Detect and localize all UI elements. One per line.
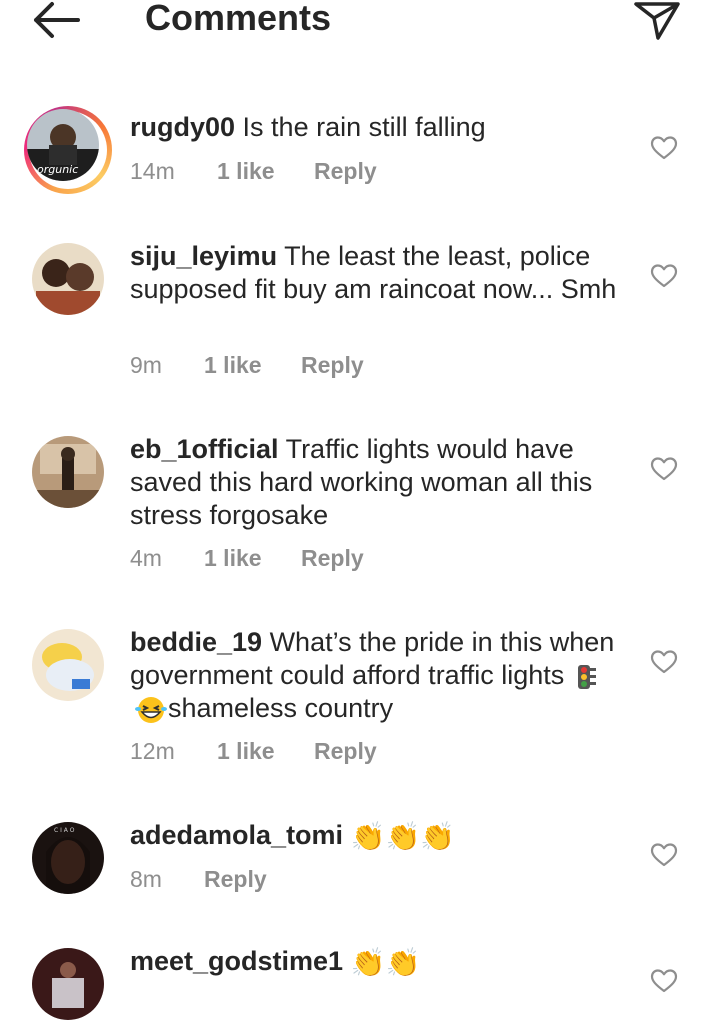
page-title: Comments: [145, 0, 332, 38]
comment-username[interactable]: siju_leyimu: [130, 241, 277, 271]
comment-text: siju_leyimu The least the least, police …: [130, 240, 630, 306]
comment-likes[interactable]: 1 like: [217, 736, 314, 766]
heart-outline-icon[interactable]: [650, 135, 678, 161]
comment-likes[interactable]: 1 like: [217, 156, 314, 186]
heart-outline-icon[interactable]: [650, 263, 678, 289]
comment-likes[interactable]: 1 like: [204, 350, 301, 380]
comment-time: 14m: [130, 158, 175, 184]
reply-button[interactable]: Reply: [204, 864, 267, 894]
heart-outline-icon[interactable]: [650, 842, 678, 868]
comment-username[interactable]: adedamola_tomi: [130, 820, 343, 850]
comment-username[interactable]: meet_godstime1: [130, 946, 343, 976]
grinning-squinting-face-emoji: [135, 696, 167, 723]
comment-meta: 4m 1 like Reply: [130, 543, 364, 573]
comment-meta: 12m 1 like Reply: [130, 736, 377, 766]
reply-button[interactable]: Reply: [301, 543, 364, 573]
comment-time: 4m: [130, 545, 162, 571]
clapping-hands-emoji: 👏👏: [350, 947, 421, 979]
comment-time: 12m: [130, 738, 175, 764]
avatar: orgunic: [27, 109, 99, 181]
comment-likes[interactable]: 1 like: [204, 543, 301, 573]
heart-outline-icon[interactable]: [650, 649, 678, 675]
header-bar: Comments: [0, 0, 720, 46]
comment-username[interactable]: beddie_19: [130, 627, 262, 657]
avatar[interactable]: [32, 243, 104, 315]
comment-time: 9m: [130, 352, 162, 378]
traffic-light-emoji: [577, 664, 596, 689]
story-ring[interactable]: orgunic: [24, 106, 112, 194]
arrow-left-icon[interactable]: [30, 0, 82, 40]
avatar[interactable]: [32, 629, 104, 701]
heart-outline-icon[interactable]: [650, 968, 678, 994]
heart-outline-icon[interactable]: [650, 456, 678, 482]
comment-meta: 8m Reply: [130, 864, 267, 894]
comment-text: adedamola_tomi 👏👏👏: [130, 819, 630, 853]
avatar[interactable]: C I A O: [32, 822, 104, 894]
avatar[interactable]: [32, 436, 104, 508]
comment-text: rugdy00 Is the rain still falling: [130, 111, 630, 144]
send-icon[interactable]: [632, 0, 682, 42]
avatar[interactable]: [32, 948, 104, 1020]
comment-body: Is the rain still falling: [235, 112, 486, 142]
clapping-hands-emoji: 👏👏👏: [350, 821, 456, 853]
comment-time: 8m: [130, 866, 162, 892]
comment-body-continued: shameless country: [168, 693, 394, 723]
comment-text: beddie_19 What’s the pride in this when …: [130, 626, 630, 725]
reply-button[interactable]: Reply: [301, 350, 364, 380]
reply-button[interactable]: Reply: [314, 156, 377, 186]
svg-text:C I A O: C I A O: [54, 827, 75, 834]
comment-text: eb_1official Traffic lights would have s…: [130, 433, 630, 532]
comment-meta: 9m 1 like Reply: [130, 350, 364, 380]
comment-username[interactable]: eb_1official: [130, 434, 279, 464]
comment-username[interactable]: rugdy00: [130, 112, 235, 142]
reply-button[interactable]: Reply: [314, 736, 377, 766]
svg-text:orgunic: orgunic: [37, 163, 78, 176]
comment-text: meet_godstime1 👏👏: [130, 945, 630, 979]
comment-meta: 14m 1 like Reply: [130, 156, 377, 186]
